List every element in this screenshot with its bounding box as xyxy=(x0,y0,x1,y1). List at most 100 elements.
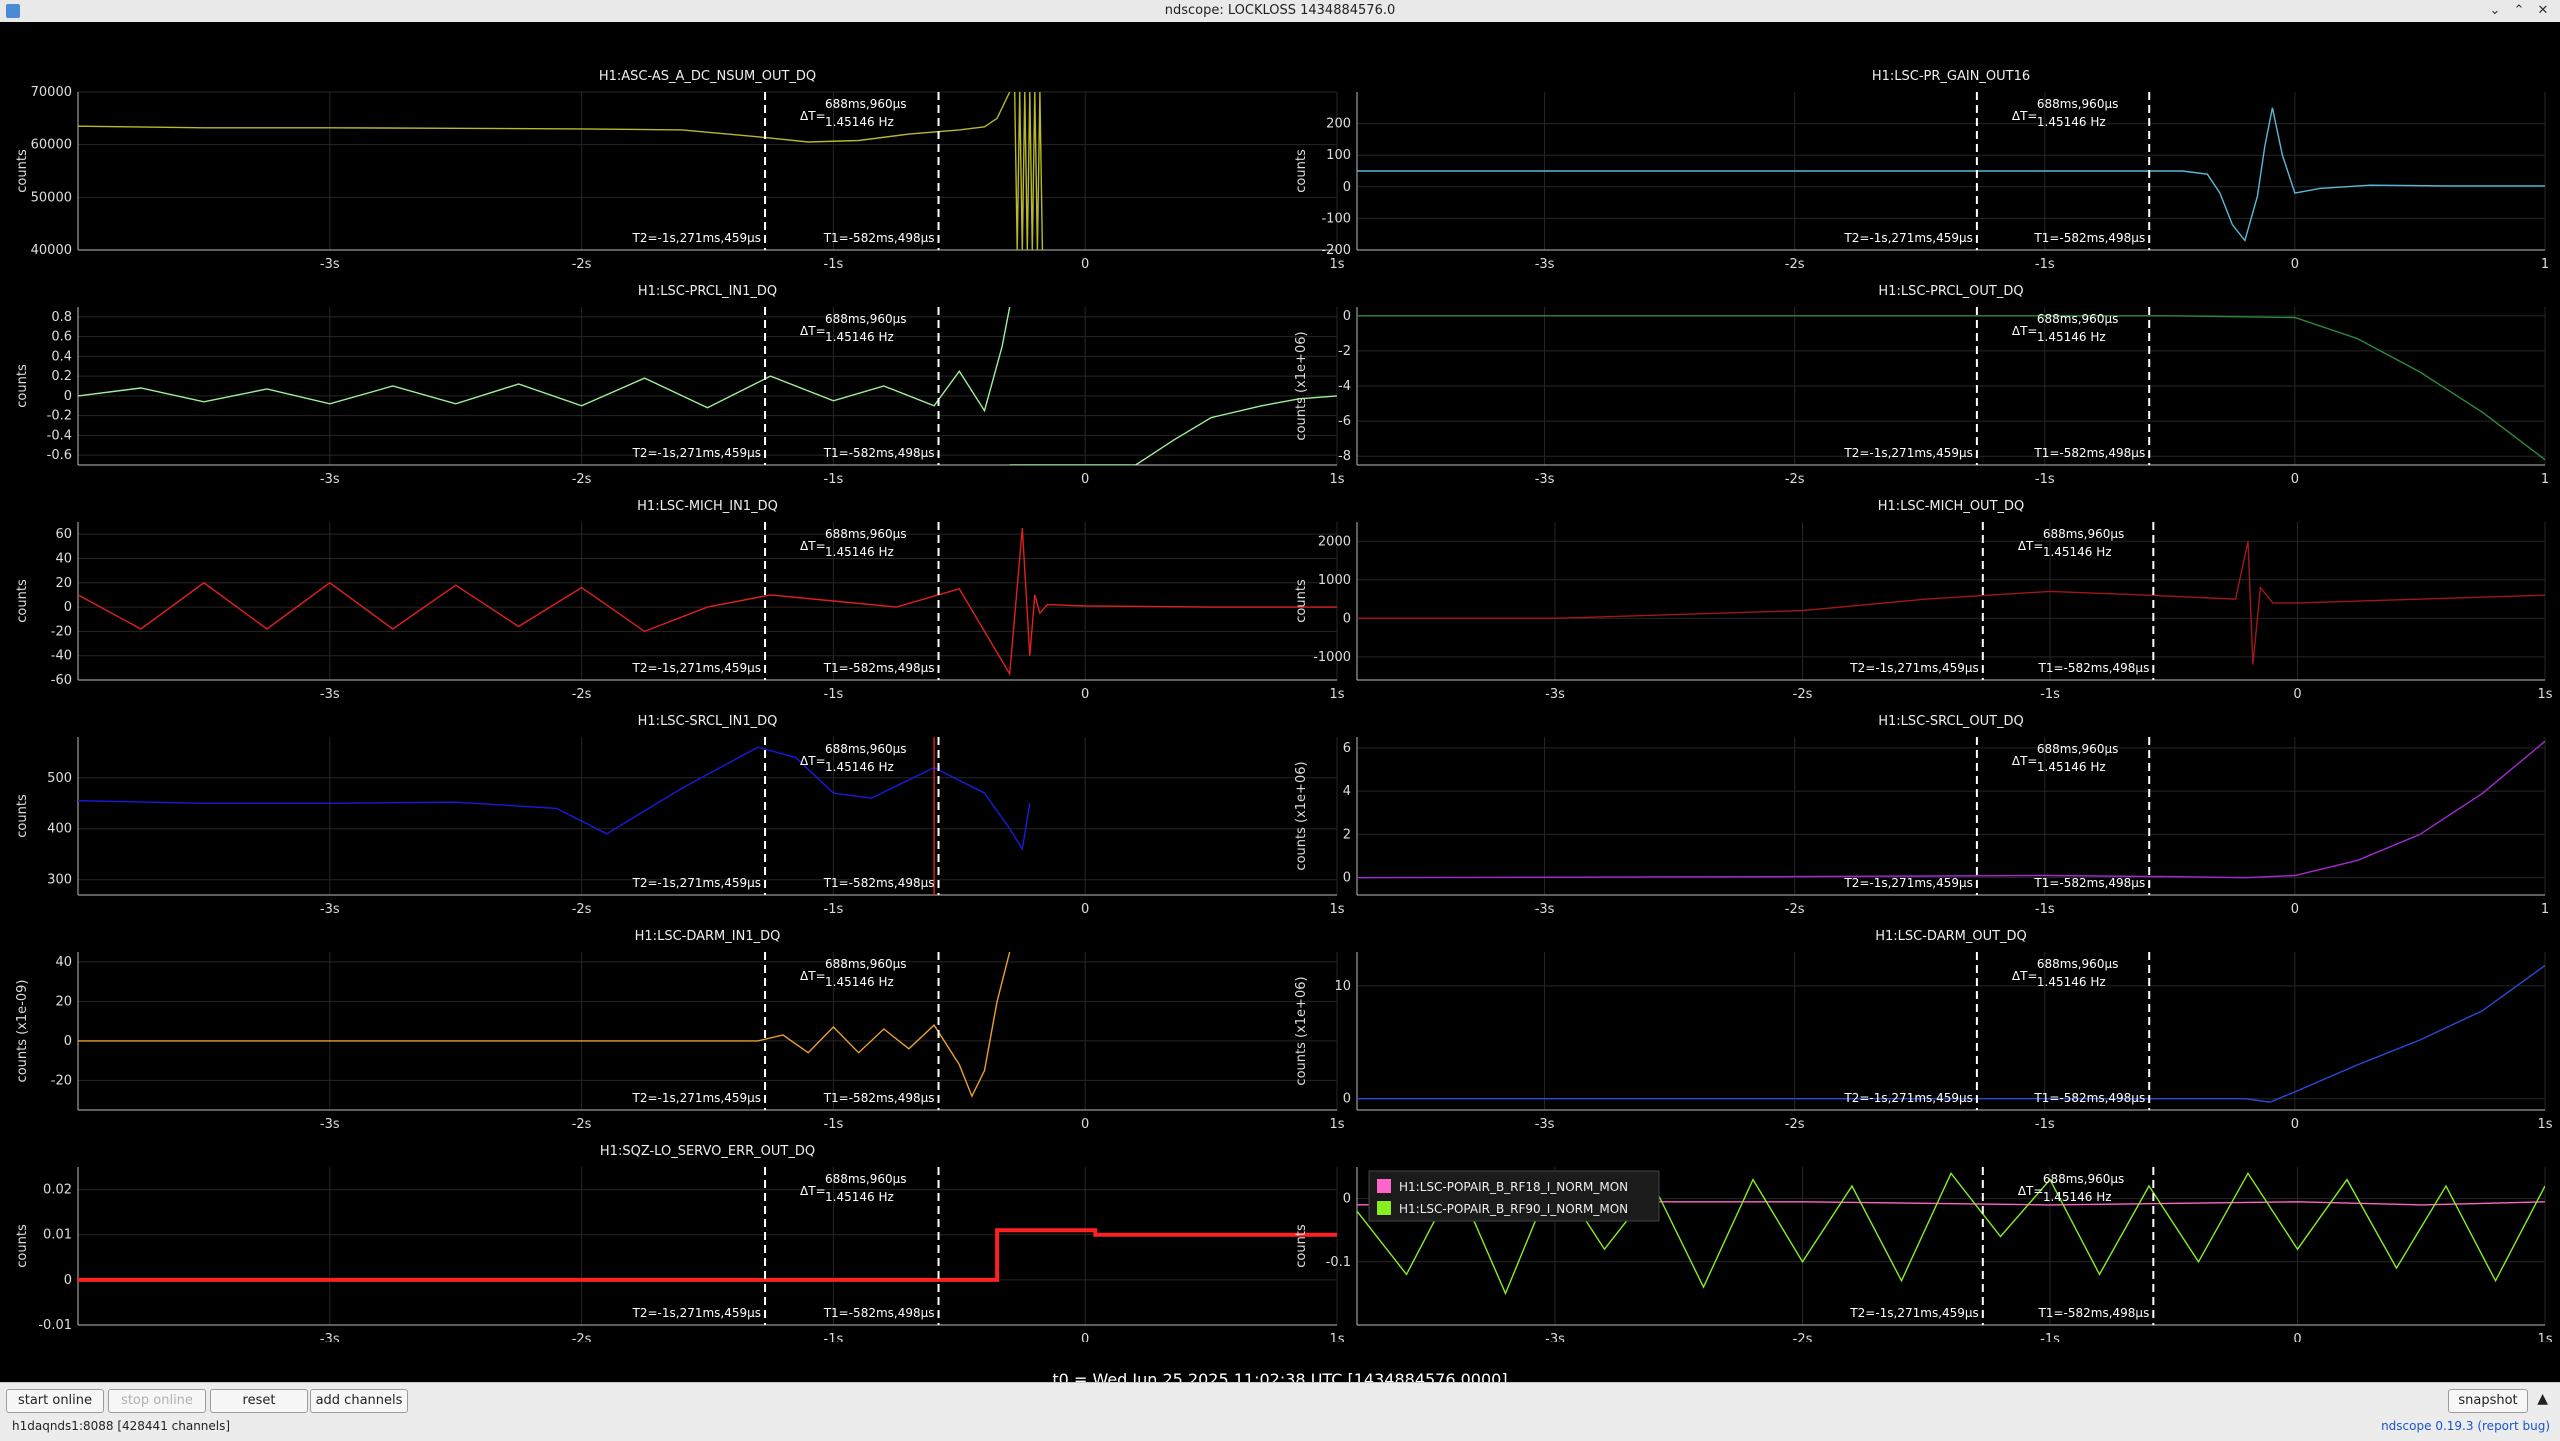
plot10-xtick-label: -2s xyxy=(572,1332,592,1342)
plot8-delta-prefix: ΔT= xyxy=(800,969,826,983)
version-link[interactable]: 0.19.3 xyxy=(2435,1419,2473,1433)
plots-svg[interactable]: -3s -2s -1s 0 1s40000500006000070000H1:ASC-A… xyxy=(0,22,2560,1342)
plot0-ytick-label: 60000 xyxy=(31,138,72,153)
plot11-t1-label: T1=-582ms,498µs xyxy=(2038,1306,2150,1320)
plot6-t1-label: T1=-582ms,498µs xyxy=(823,876,935,890)
plot6-ytick-label: 500 xyxy=(47,771,72,786)
plot5-ytick-label: 2000 xyxy=(1318,534,1351,549)
plot6-xtick-label: 0 xyxy=(1081,902,1089,917)
plot2-ytick-label: -0.6 xyxy=(47,448,72,463)
plot0-xtick-label: 0 xyxy=(1081,257,1089,272)
close-icon[interactable]: ✕ xyxy=(2534,2,2552,20)
plot1-ylabel: counts xyxy=(1294,149,1309,193)
plot7-xtick-label: -1s xyxy=(2035,902,2055,917)
plot8-series-line xyxy=(78,952,1011,1098)
plot11-legend-swatch xyxy=(1377,1179,1391,1193)
plot1-xtick-label: 0 xyxy=(2291,257,2299,272)
plot2-ytick-label: 0 xyxy=(64,389,72,404)
plot11-ytick-label: 0 xyxy=(1343,1192,1351,1207)
plot4-ytick-label: 40 xyxy=(55,551,72,566)
window-title: ndscope: LOCKLOSS 1434884576.0 xyxy=(1164,3,1396,18)
plot7-xtick-label: 0 xyxy=(2291,902,2299,917)
plot10-t2-label: T2=-1s,271ms,459µs xyxy=(632,1306,762,1320)
plot7-ylabel: counts (x1e+06) xyxy=(1294,761,1309,870)
plot7-xtick-label: -2s xyxy=(1785,902,1805,917)
plot2-xtick-label: 0 xyxy=(1081,472,1089,487)
plot10-ylabel: counts xyxy=(15,1224,30,1268)
plot6-ytick-label: 400 xyxy=(47,822,72,837)
plot1-xtick-label: -3s xyxy=(1535,257,1555,272)
plot8-ytick-label: -20 xyxy=(51,1073,72,1088)
plot9-t2-label: T2=-1s,271ms,459µs xyxy=(1843,1091,1973,1105)
plot2-xtick-label: 1s xyxy=(1329,472,1344,487)
maximize-icon[interactable]: ⌃ xyxy=(2510,2,2528,20)
plot6-t2-label: T2=-1s,271ms,459µs xyxy=(632,876,762,890)
plot1-series-line xyxy=(1357,107,2545,243)
plot10-xtick-label: -3s xyxy=(320,1332,340,1342)
report-bug-link[interactable]: (report bug) xyxy=(2477,1419,2550,1433)
plot1-ytick-label: 100 xyxy=(1326,148,1351,163)
plot6-xtick-label: -3s xyxy=(320,902,340,917)
plot11-xtick-label: -2s xyxy=(1793,1332,1813,1342)
plot3-frequency: 1.45146 Hz xyxy=(2037,330,2106,344)
plot1-delta-prefix: ΔT= xyxy=(2012,109,2038,123)
plot4-ylabel: counts xyxy=(15,579,30,623)
start-online-button[interactable]: start online xyxy=(6,1389,104,1413)
plot8-xtick-label: -1s xyxy=(824,1117,844,1132)
plot5-ytick-label: 1000 xyxy=(1318,573,1351,588)
plot7-delta-prefix: ΔT= xyxy=(2012,754,2038,768)
plot0-ylabel: counts xyxy=(15,149,30,193)
plot3-xtick-label: -3s xyxy=(1535,472,1555,487)
plot4-delta-prefix: ΔT= xyxy=(800,539,826,553)
plot7-t2-label: T2=-1s,271ms,459µs xyxy=(1843,876,1973,890)
plot1-xtick-label: -2s xyxy=(1785,257,1805,272)
plot2-frequency: 1.45146 Hz xyxy=(825,330,894,344)
plot0-ytick-label: 70000 xyxy=(31,85,72,100)
plot3-delta-time: 688ms,960µs xyxy=(2037,312,2118,326)
plot9-t1-label: T1=-582ms,498µs xyxy=(2033,1091,2145,1105)
plot3-ytick-label: 0 xyxy=(1343,309,1351,324)
plot8-ytick-label: 40 xyxy=(55,955,72,970)
chevron-up-icon[interactable]: ▲ xyxy=(2537,1391,2548,1407)
plot3-ylabel: counts (x1e+06) xyxy=(1294,331,1309,440)
plot9-frequency: 1.45146 Hz xyxy=(2037,975,2106,989)
plot10-ytick-label: 0.01 xyxy=(43,1228,72,1243)
plot1-title: H1:LSC-PR_GAIN_OUT16 xyxy=(1872,69,2030,84)
plot11-legend-swatch xyxy=(1377,1201,1391,1215)
plot2-delta-prefix: ΔT= xyxy=(800,324,826,338)
plot3-ytick-label: -8 xyxy=(1338,449,1351,464)
plot8-frequency: 1.45146 Hz xyxy=(825,975,894,989)
ndscope-link[interactable]: ndscope xyxy=(2381,1419,2431,1433)
plot2-t2-label: T2=-1s,271ms,459µs xyxy=(632,446,762,460)
plot-area[interactable]: -3s -2s -1s 0 1s 40000 50000 60000 70000 H1:ASC-A… xyxy=(0,22,2560,1389)
plot2-ytick-label: -0.2 xyxy=(47,409,72,424)
plot9-delta-time: 688ms,960µs xyxy=(2037,957,2118,971)
plot5-ytick-label: 0 xyxy=(1343,611,1351,626)
plot6-delta-time: 688ms,960µs xyxy=(825,742,906,756)
plot7-t1-label: T1=-582ms,498µs xyxy=(2033,876,2145,890)
reset-button[interactable]: reset xyxy=(210,1389,308,1413)
plot5-title: H1:LSC-MICH_OUT_DQ xyxy=(1878,499,2025,514)
plot6-xtick-label: -2s xyxy=(572,902,592,917)
plot11-legend-label: H1:LSC-POPAIR_B_RF18_I_NORM_MON xyxy=(1399,1180,1628,1194)
plot9-ytick-label: 0 xyxy=(1343,1092,1351,1107)
plot3-series-line xyxy=(1357,315,2545,461)
plot6-xtick-label: 1s xyxy=(1329,902,1344,917)
plot10-ytick-label: 0.02 xyxy=(43,1183,72,1198)
plot2-ytick-label: 0.2 xyxy=(51,369,72,384)
minimize-icon[interactable]: ⌄ xyxy=(2486,2,2504,20)
plot0-xtick-label: -2s xyxy=(572,257,592,272)
plot2-ytick-label: -0.4 xyxy=(47,428,72,443)
add-channels-button[interactable]: add channels xyxy=(310,1389,408,1413)
snapshot-button[interactable]: snapshot xyxy=(2448,1389,2528,1413)
plot0-delta-prefix: ΔT= xyxy=(800,109,826,123)
plot2-xtick-label: -1s xyxy=(824,472,844,487)
plot2-title: H1:LSC-PRCL_IN1_DQ xyxy=(638,284,777,299)
plot10-xtick-label: 1s xyxy=(1329,1332,1344,1342)
plot4-frequency: 1.45146 Hz xyxy=(825,545,894,559)
plot2-xtick-label: -2s xyxy=(572,472,592,487)
plot5-delta-prefix: ΔT= xyxy=(2018,539,2044,553)
plot7-ytick-label: 4 xyxy=(1343,784,1351,799)
plot8-t1-label: T1=-582ms,498µs xyxy=(823,1091,935,1105)
plot4-xtick-label: -3s xyxy=(320,687,340,702)
